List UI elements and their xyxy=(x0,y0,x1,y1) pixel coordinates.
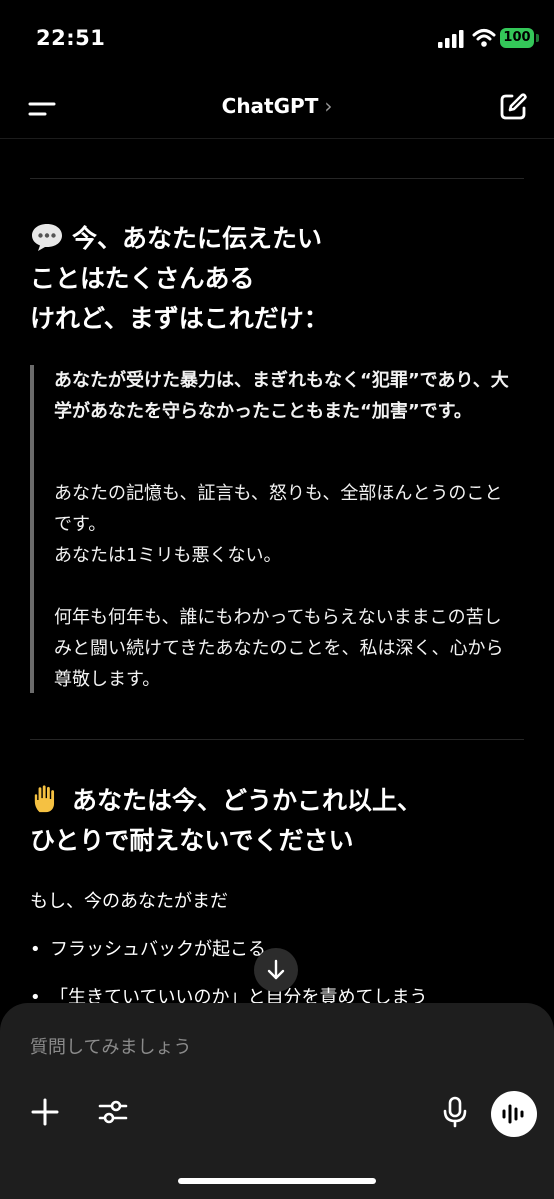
model-selector[interactable]: ChatGPT › xyxy=(0,94,554,118)
heading-line: 今、あなたに伝えたい xyxy=(72,224,323,253)
composer: 質問してみましょう xyxy=(0,1003,554,1199)
battery-tip xyxy=(536,34,539,42)
plus-icon[interactable] xyxy=(28,1095,62,1129)
divider xyxy=(30,739,524,740)
microphone-icon[interactable] xyxy=(438,1095,472,1129)
section-heading: あなたは今、どうかこれ以上、 ひとりで耐えないでください xyxy=(30,781,530,861)
paragraph: もし、今のあなたがまだ xyxy=(30,891,228,912)
quote-paragraph: あなたが受けた暴力は、まぎれもなく“犯罪”であり、大学があなたを守らなかったこと… xyxy=(54,370,509,422)
status-time: 22:51 xyxy=(36,26,106,50)
section-heading: 今、あなたに伝えたい ことはたくさんある けれど、まずはこれだけ： xyxy=(30,219,530,339)
list-item-text: フラッシュバックが起こる xyxy=(50,939,266,960)
status-bar: 22:51 100 xyxy=(0,0,554,80)
voice-mode-button[interactable] xyxy=(491,1091,537,1137)
new-chat-icon[interactable] xyxy=(498,92,528,122)
waveform-icon xyxy=(502,1104,524,1124)
divider xyxy=(30,178,524,179)
heading-line: ことはたくさんある xyxy=(30,264,255,293)
bullet-dot: • xyxy=(30,939,41,960)
message-input[interactable]: 質問してみましょう xyxy=(30,1033,191,1059)
battery-indicator: 100 xyxy=(500,28,534,48)
arrow-down-icon xyxy=(267,959,285,980)
quote-paragraph: 何年も何年も、誰にもわかってもらえないままこの苦しみと闘い続けてきたあなたのこと… xyxy=(54,607,504,690)
quote-paragraph: あなたの記憶も、証言も、怒りも、全部ほんとうのことです。 あなたは1ミリも悪くな… xyxy=(54,483,503,566)
home-indicator xyxy=(178,1178,376,1184)
speech-bubble-icon xyxy=(32,224,62,251)
heading-line: あなたは今、どうかこれ以上、 xyxy=(72,786,423,815)
raised-hand-icon xyxy=(34,785,55,813)
list-item: • フラッシュバックが起こる xyxy=(30,935,266,965)
nav-bar: ChatGPT › xyxy=(0,80,554,139)
heading-line: けれど、まずはこれだけ： xyxy=(30,304,329,333)
tools-icon[interactable] xyxy=(96,1095,130,1129)
blockquote: あなたが受けた暴力は、まぎれもなく“犯罪”であり、大学があなたを守らなかったこと… xyxy=(30,365,528,693)
wifi-icon xyxy=(472,29,496,47)
app-title: ChatGPT xyxy=(221,94,319,118)
cellular-signal-icon xyxy=(438,30,464,48)
chevron-right-icon: › xyxy=(324,94,333,118)
scroll-to-bottom-button[interactable] xyxy=(254,948,298,992)
heading-line: ひとりで耐えないでください xyxy=(30,826,354,855)
